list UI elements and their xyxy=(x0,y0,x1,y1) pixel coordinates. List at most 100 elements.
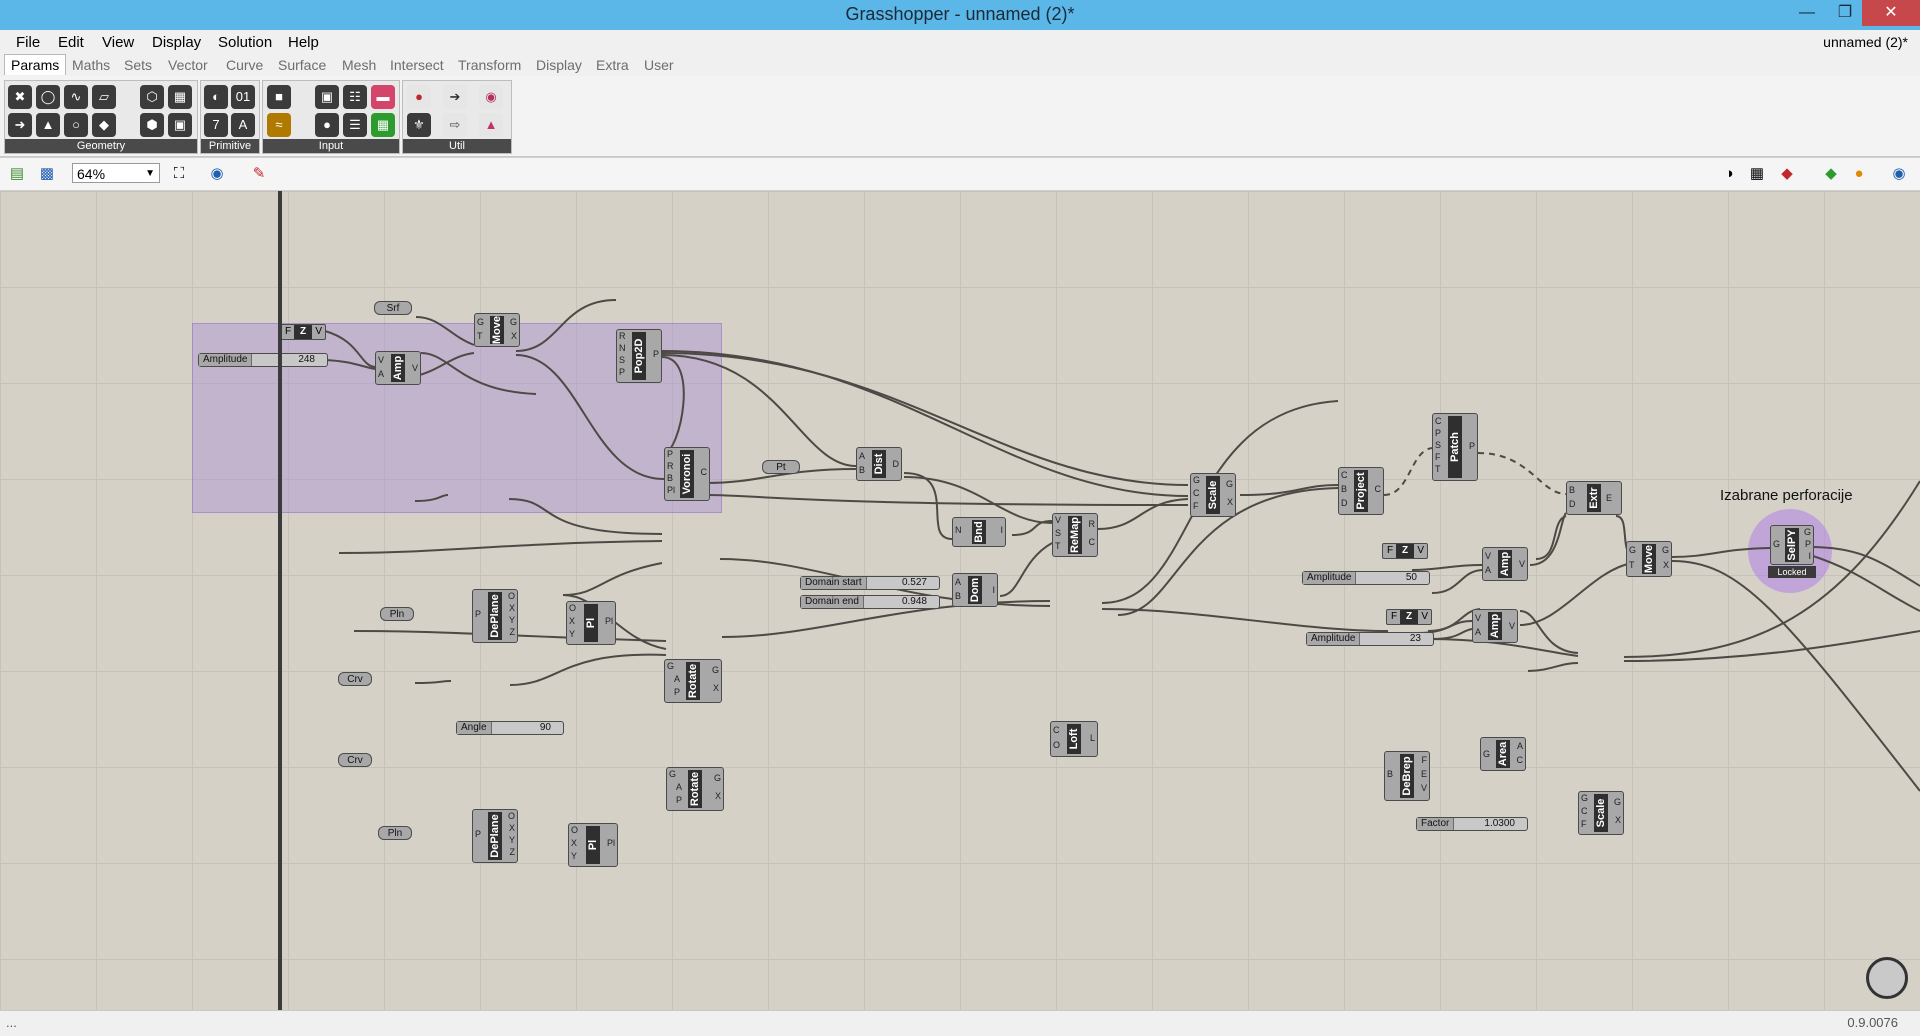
component-deplane[interactable]: DePlane P O X Y Z xyxy=(472,589,518,643)
preview-shaded-icon[interactable]: ◆ xyxy=(1776,164,1798,184)
preview-selected-icon[interactable]: ◆ xyxy=(1820,164,1842,184)
component-project[interactable]: Project C B D C xyxy=(1338,467,1384,515)
surface-param-icon[interactable]: ▱ xyxy=(92,85,116,109)
component-pop2d[interactable]: Pop2D R N S P P xyxy=(616,329,662,383)
unit-z-vector[interactable]: F Z V xyxy=(280,324,326,340)
param-pt[interactable]: Pt xyxy=(762,460,800,474)
slider-factor[interactable]: Factor 1.0300 xyxy=(1416,817,1528,831)
tab-vector[interactable]: Vector xyxy=(162,55,214,75)
tab-params[interactable]: Params xyxy=(4,54,67,75)
component-bnd[interactable]: Bnd N I xyxy=(952,517,1006,547)
component-debrep[interactable]: DeBrep B F E V xyxy=(1384,751,1430,801)
slider-amplitude[interactable]: Amplitude 50 xyxy=(1302,571,1430,585)
component-scale[interactable]: Scale G C F G X xyxy=(1578,791,1624,835)
component-pl[interactable]: Pl O X Y Pl xyxy=(566,601,616,645)
swatch-icon[interactable]: ▦ xyxy=(371,113,395,137)
slider-domain-start[interactable]: Domain start 0.527 xyxy=(800,576,940,590)
preview-wire-icon[interactable]: ▦ xyxy=(1746,164,1768,184)
tab-intersect[interactable]: Intersect xyxy=(384,55,450,75)
data-dam-icon[interactable]: ➔ xyxy=(443,85,467,109)
param-pln[interactable]: Pln xyxy=(380,607,414,621)
tab-mesh[interactable]: Mesh xyxy=(336,55,382,75)
minimize-button[interactable]: — xyxy=(1788,0,1826,26)
jump-icon[interactable]: ◉ xyxy=(479,85,503,109)
arrow-icon[interactable]: ⇨ xyxy=(443,113,467,137)
text-param-icon[interactable]: A xyxy=(231,113,255,137)
list-icon[interactable]: ☰ xyxy=(343,113,367,137)
restore-button[interactable]: ❐ xyxy=(1826,0,1864,26)
group-label[interactable]: Geometry xyxy=(5,139,197,153)
box-param-icon[interactable]: ⬢ xyxy=(140,113,164,137)
material-icon[interactable]: ● xyxy=(1848,164,1870,184)
tab-transform[interactable]: Transform xyxy=(452,55,527,75)
tab-display[interactable]: Display xyxy=(530,55,588,75)
cherry-picker-icon[interactable]: ● xyxy=(407,85,431,109)
close-button[interactable]: ✕ xyxy=(1862,0,1920,26)
line-param-icon[interactable]: ➜ xyxy=(8,113,32,137)
tab-surface[interactable]: Surface xyxy=(272,55,332,75)
unit-z-vector[interactable]: F Z V xyxy=(1382,543,1428,559)
toggle-icon[interactable]: ☷ xyxy=(343,85,367,109)
slider-domain-end[interactable]: Domain end 0.948 xyxy=(800,595,940,609)
tab-maths[interactable]: Maths xyxy=(66,55,116,75)
canvas-dock-divider[interactable] xyxy=(278,191,282,1010)
component-selpy[interactable]: SelPY G G P I xyxy=(1770,525,1814,565)
menu-view[interactable]: View xyxy=(102,34,134,51)
grasshopper-canvas[interactable]: Srf F Z V Amplitude 248 Move G T G X Amp… xyxy=(0,191,1920,1010)
mesh-param-icon[interactable]: ▦ xyxy=(168,85,192,109)
geometry-param-icon[interactable]: ✖ xyxy=(8,85,32,109)
menu-help[interactable]: Help xyxy=(288,34,319,51)
graph-icon[interactable]: ≈ xyxy=(267,113,291,137)
component-amp[interactable]: Amp V A V xyxy=(1472,609,1518,643)
component-area[interactable]: Area G A C xyxy=(1480,737,1526,771)
param-pln[interactable]: Pln xyxy=(378,826,412,840)
component-remap[interactable]: ReMap V S T R C xyxy=(1052,513,1098,557)
zoom-select[interactable]: 64% ▼ xyxy=(72,163,160,183)
slider-amplitude[interactable]: Amplitude 23 xyxy=(1306,632,1434,646)
component-move[interactable]: Move G T G X xyxy=(1626,541,1672,577)
component-scale[interactable]: Scale G C F G X xyxy=(1190,473,1236,517)
preview-off-icon[interactable]: ◑ xyxy=(1718,164,1740,184)
gradient-icon[interactable]: ▬ xyxy=(371,85,395,109)
param-crv[interactable]: Crv xyxy=(338,753,372,767)
button-icon[interactable]: ▣ xyxy=(315,85,339,109)
component-loft[interactable]: Loft C O L xyxy=(1050,721,1098,757)
save-file-icon[interactable]: ▩ xyxy=(36,164,58,184)
preview-eye-icon[interactable]: ◉ xyxy=(206,164,228,184)
component-pl[interactable]: Pl O X Y Pl xyxy=(568,823,618,867)
point-param-icon[interactable]: ○ xyxy=(64,113,88,137)
menu-display[interactable]: Display xyxy=(152,34,201,51)
component-deplane[interactable]: DePlane P O X Y Z xyxy=(472,809,518,863)
component-amp[interactable]: Amp V A V xyxy=(1482,547,1528,581)
menu-file[interactable]: File xyxy=(16,34,40,51)
vector-param-icon[interactable]: ◆ xyxy=(92,113,116,137)
component-rotate[interactable]: Rotate G A P G X xyxy=(664,659,722,703)
circle-param-icon[interactable]: ◯ xyxy=(36,85,60,109)
tab-extra[interactable]: Extra xyxy=(590,55,635,75)
param-srf[interactable]: Srf xyxy=(374,301,412,315)
sketch-pen-icon[interactable]: ✎ xyxy=(248,164,270,184)
zoom-extents-icon[interactable]: ⛶ xyxy=(168,164,190,184)
boolean-param-icon[interactable]: ◐ xyxy=(204,85,228,109)
menu-edit[interactable]: Edit xyxy=(58,34,84,51)
navigation-compass-icon[interactable] xyxy=(1866,957,1908,999)
field-param-icon[interactable]: ▣ xyxy=(168,113,192,137)
number-param-icon[interactable]: 7 xyxy=(204,113,228,137)
component-dom[interactable]: Dom A B I xyxy=(952,573,998,607)
slider-icon[interactable]: ■ xyxy=(267,85,291,109)
menu-solution[interactable]: Solution xyxy=(218,34,272,51)
component-rotate[interactable]: Rotate G A P G X xyxy=(666,767,724,811)
component-extr[interactable]: Extr B D E xyxy=(1566,481,1622,515)
tab-curve[interactable]: Curve xyxy=(220,55,269,75)
group-label[interactable]: Input xyxy=(263,139,399,153)
open-file-icon[interactable]: ▤ xyxy=(6,164,28,184)
tab-sets[interactable]: Sets xyxy=(118,55,158,75)
group-label[interactable]: Primitive xyxy=(201,139,259,153)
flask-icon[interactable]: ▲ xyxy=(479,113,503,137)
component-voronoi[interactable]: Voronoi P R B Pl C xyxy=(664,447,710,501)
curve-param-icon[interactable]: ∿ xyxy=(64,85,88,109)
unit-z-vector[interactable]: F Z V xyxy=(1386,609,1432,625)
fractal-icon[interactable]: ⚜ xyxy=(407,113,431,137)
knob-icon[interactable]: ● xyxy=(315,113,339,137)
integer-param-icon[interactable]: 01 xyxy=(231,85,255,109)
